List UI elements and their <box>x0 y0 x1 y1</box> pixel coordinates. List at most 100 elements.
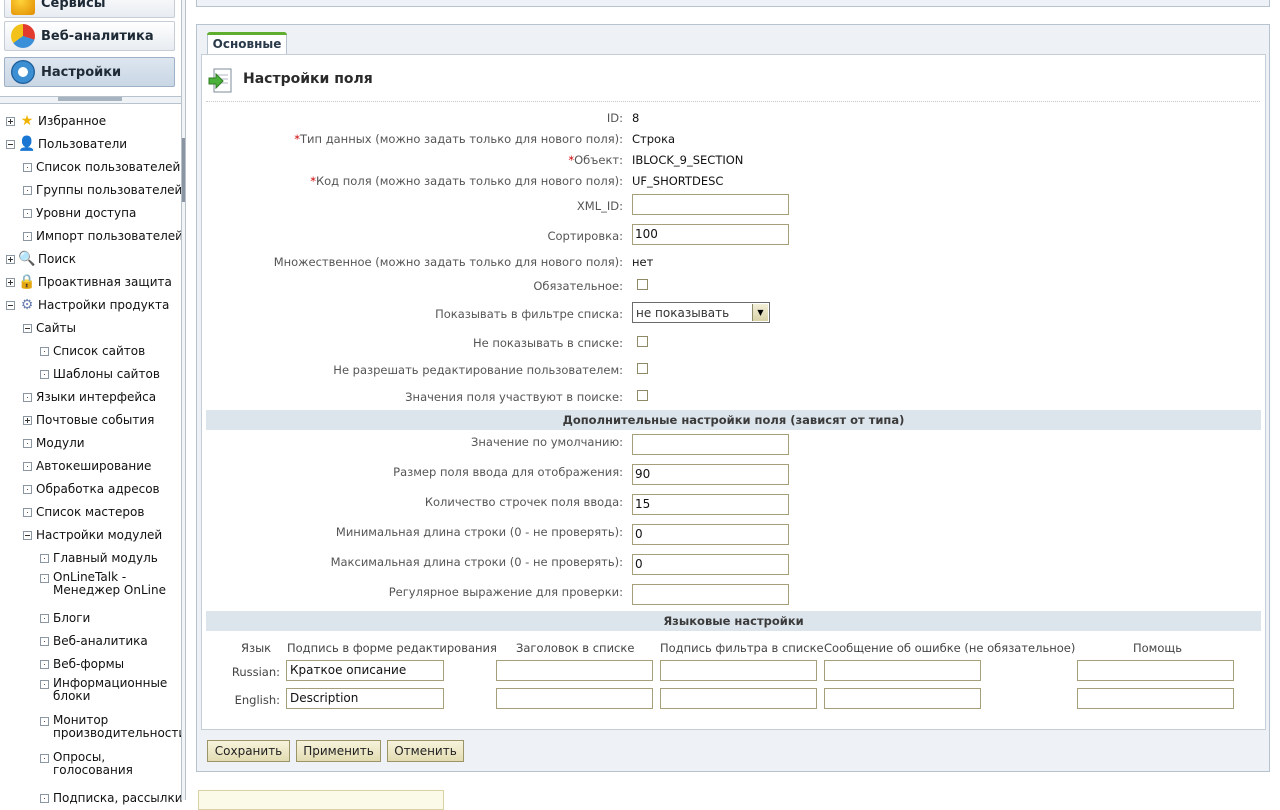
leaf-icon[interactable] <box>40 680 49 689</box>
mandatory-checkbox[interactable] <box>637 279 648 290</box>
leaf-icon[interactable] <box>40 574 49 583</box>
leaf-icon[interactable] <box>23 162 32 172</box>
menu-item[interactable]: Группы пользователей <box>23 180 182 200</box>
leaf-icon[interactable] <box>40 717 49 726</box>
menu-item[interactable]: Модули <box>23 433 176 453</box>
leaf-icon[interactable] <box>40 369 49 379</box>
menu-item[interactable]: Блоги <box>40 608 176 628</box>
en-edit-label-input[interactable]: Description <box>286 688 444 709</box>
vertical-splitter[interactable] <box>181 0 186 800</box>
menu-item-label: Проактивная защита <box>38 275 172 289</box>
leaf-icon[interactable] <box>23 484 32 494</box>
ru-help-input[interactable] <box>1077 660 1234 681</box>
en-error-message-input[interactable] <box>824 688 981 709</box>
en-filter-title-input[interactable] <box>660 688 817 709</box>
max-length-input[interactable]: 0 <box>632 554 789 575</box>
tab-label: Основные <box>212 37 282 51</box>
ru-list-title-input[interactable] <box>496 660 653 681</box>
show-in-list-checkbox[interactable] <box>637 336 648 347</box>
show-filter-select[interactable]: не показывать ▼ <box>632 302 770 323</box>
rows-input[interactable]: 15 <box>632 494 789 515</box>
leaf-icon[interactable] <box>23 231 32 241</box>
leaf-icon[interactable] <box>23 438 32 448</box>
xml-id-input[interactable] <box>632 194 789 215</box>
leaf-icon[interactable] <box>40 793 49 803</box>
min-length-input[interactable]: 0 <box>632 524 789 545</box>
size-label: Размер поля ввода для отображения: <box>393 465 623 479</box>
menu-item[interactable]: Уровни доступа <box>23 203 176 223</box>
leaf-icon[interactable] <box>40 659 49 669</box>
leaf-icon[interactable] <box>23 208 32 218</box>
menu-item[interactable]: 🔍 Поиск <box>6 249 176 269</box>
size-input[interactable]: 90 <box>632 464 789 485</box>
page-settings-icon <box>208 68 232 93</box>
menu-item[interactable]: Информационные блоки <box>40 677 176 709</box>
error-message-col-header: Сообщение об ошибке (не обязательное) <box>824 641 1076 655</box>
splitter-grip[interactable] <box>58 97 122 101</box>
default-value-input[interactable] <box>632 434 789 455</box>
menu-item[interactable]: Веб-формы <box>40 654 176 674</box>
menu-item[interactable]: Обработка адресов <box>23 479 176 499</box>
ru-error-message-input[interactable] <box>824 660 981 681</box>
module-settings-button[interactable]: Настройки <box>4 57 175 87</box>
edit-in-list-checkbox[interactable] <box>637 363 648 374</box>
en-list-title-input[interactable] <box>496 688 653 709</box>
menu-item[interactable]: Список сайтов <box>40 341 176 361</box>
is-searchable-checkbox[interactable] <box>637 390 648 401</box>
field-code-value: UF_SHORTDESC <box>632 174 724 188</box>
tab-main[interactable]: Основные <box>207 32 287 55</box>
apply-button[interactable]: Применить <box>296 740 381 762</box>
ru-filter-title-input[interactable] <box>660 660 817 681</box>
leaf-icon[interactable] <box>23 507 32 517</box>
save-button[interactable]: Сохранить <box>207 740 290 762</box>
menu-item[interactable]: Сайты <box>23 318 176 338</box>
ru-edit-label-input[interactable]: Краткое описание <box>286 660 444 681</box>
menu-item[interactable]: Шаблоны сайтов <box>40 364 176 384</box>
menu-item[interactable]: 🔒 Проактивная защита <box>6 272 176 292</box>
horizontal-splitter[interactable] <box>0 96 181 104</box>
menu-item[interactable]: Опросы, голосования <box>40 751 176 783</box>
module-services-button[interactable]: Сервисы <box>4 0 175 18</box>
leaf-icon[interactable] <box>40 754 49 763</box>
menu-item[interactable]: Список мастеров <box>23 502 176 522</box>
splitter-grip[interactable] <box>182 138 185 202</box>
menu-item[interactable]: Автокеширование <box>23 456 176 476</box>
leaf-icon[interactable] <box>40 636 49 646</box>
expand-icon[interactable] <box>6 116 15 126</box>
leaf-icon[interactable] <box>23 461 32 471</box>
leaf-icon[interactable] <box>40 613 49 623</box>
module-analytics-button[interactable]: Веб-аналитика <box>4 21 175 51</box>
collapse-icon[interactable] <box>6 139 15 149</box>
collapse-icon[interactable] <box>23 530 32 540</box>
collapse-icon[interactable] <box>6 300 15 310</box>
regexp-input[interactable] <box>632 584 789 605</box>
leaf-icon[interactable] <box>23 185 32 195</box>
leaf-icon[interactable] <box>40 346 49 356</box>
en-help-input[interactable] <box>1077 688 1234 709</box>
menu-item[interactable]: Монитор производительности <box>40 714 186 746</box>
menu-item[interactable]: ⚙ Настройки продукта <box>6 295 176 315</box>
services-icon <box>11 0 35 15</box>
leaf-icon[interactable] <box>40 553 49 563</box>
menu-item[interactable]: ★ Избранное <box>6 111 176 131</box>
menu-item-label: Языки интерфейса <box>36 390 157 404</box>
menu-item[interactable]: Почтовые события <box>23 410 176 430</box>
cancel-button[interactable]: Отменить <box>387 740 464 762</box>
menu-item[interactable]: Языки интерфейса <box>23 387 176 407</box>
expand-icon[interactable] <box>6 254 15 264</box>
dropdown-arrow-icon[interactable]: ▼ <box>752 304 768 321</box>
collapse-icon[interactable] <box>23 323 32 333</box>
expand-icon[interactable] <box>6 277 15 287</box>
menu-item[interactable]: 👤 Пользователи <box>6 134 176 154</box>
menu-item[interactable]: Веб-аналитика <box>40 631 176 651</box>
leaf-icon[interactable] <box>23 392 32 402</box>
expand-icon[interactable] <box>23 415 32 425</box>
menu-item[interactable]: Список пользователей <box>23 157 180 177</box>
sort-input[interactable]: 100 <box>632 224 789 245</box>
menu-item[interactable]: Настройки модулей <box>23 525 176 545</box>
menu-item[interactable]: Импорт пользователей <box>23 226 183 246</box>
menu-item[interactable]: Подписка, рассылки <box>40 788 183 808</box>
menu-item[interactable]: Главный модуль <box>40 548 176 568</box>
menu-item[interactable]: OnLineTalk - Менеджер OnLine <box>40 571 176 603</box>
menu-item-label: Опросы, голосования <box>53 750 133 777</box>
